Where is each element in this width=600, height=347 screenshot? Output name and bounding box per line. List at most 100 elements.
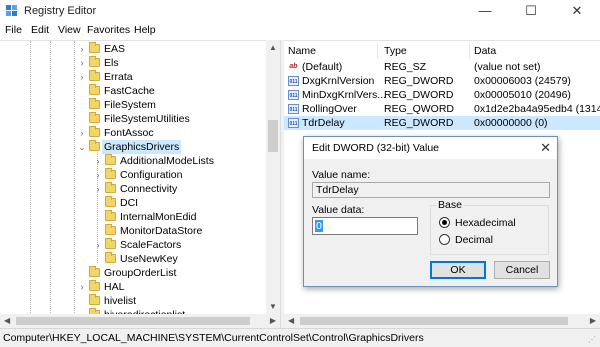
menu-help[interactable]: Help: [134, 24, 156, 36]
menu-bar: File Edit View Favorites Help: [0, 22, 600, 40]
folder-icon: [89, 294, 100, 305]
tree-item-label: FileSystemUtilities: [104, 113, 190, 125]
scroll-thumb[interactable]: [300, 317, 568, 325]
column-header-data[interactable]: Data: [470, 43, 600, 59]
menu-view[interactable]: View: [58, 24, 81, 36]
resize-grip-icon[interactable]: ⋰: [588, 335, 598, 345]
binary-value-icon: 011: [288, 90, 299, 100]
tree-item-label: GroupOrderList: [104, 267, 177, 279]
dialog-close-button[interactable]: ✕: [540, 140, 551, 156]
scroll-left-icon[interactable]: ◀: [288, 316, 294, 325]
scroll-right-icon[interactable]: ▶: [590, 316, 596, 325]
value-row[interactable]: ab (Default) REG_SZ (value not set): [284, 60, 600, 74]
value-name-label: Value name:: [312, 169, 371, 181]
tree-item-label: FileSystem: [104, 99, 156, 111]
value-row-selected[interactable]: 011 TdrDelay REG_DWORD 0x00000000 (0): [284, 116, 600, 130]
title-bar: Registry Editor — ☐ ✕: [0, 0, 600, 22]
close-button[interactable]: ✕: [554, 0, 600, 22]
value-row[interactable]: 011 RollingOver REG_QWORD 0x1d2e2ba4a95e…: [284, 102, 600, 116]
base-label: Base: [436, 199, 464, 211]
value-row[interactable]: 011 MinDxgKrnlVers... REG_DWORD 0x000050…: [284, 88, 600, 102]
tree-item-label: Errata: [104, 71, 133, 83]
folder-icon: [89, 266, 100, 277]
value-data: 0x1d2e2ba4a95edb4 (13141662: [474, 103, 600, 115]
scroll-right-icon[interactable]: ▶: [270, 316, 276, 325]
menu-favorites[interactable]: Favorites: [87, 24, 130, 36]
tree-horizontal-scrollbar[interactable]: ◀ ▶: [0, 314, 280, 328]
chevron-right-icon[interactable]: ›: [78, 280, 86, 294]
radio-checked-icon[interactable]: [439, 217, 450, 228]
key-path: Computer\HKEY_LOCAL_MACHINE\SYSTEM\Curre…: [3, 332, 424, 344]
ok-button[interactable]: OK: [430, 261, 486, 279]
binary-value-icon: 011: [288, 76, 299, 86]
folder-icon: [89, 70, 100, 81]
column-header-name[interactable]: Name: [284, 43, 378, 59]
folder-icon: [105, 182, 116, 193]
tree-guide-line: [30, 41, 31, 314]
value-type: REG_SZ: [384, 61, 427, 73]
folder-icon: [89, 126, 100, 137]
binary-value-icon: 011: [288, 104, 299, 114]
values-horizontal-scrollbar[interactable]: ◀ ▶: [284, 314, 600, 328]
folder-icon: [105, 154, 116, 165]
chevron-right-icon[interactable]: ›: [78, 126, 86, 140]
value-data-input[interactable]: 0: [312, 217, 418, 235]
value-name: RollingOver: [302, 103, 357, 115]
chevron-right-icon[interactable]: ›: [94, 154, 102, 168]
chevron-down-icon[interactable]: ⌄: [78, 140, 86, 154]
value-name: MinDxgKrnlVers...: [302, 89, 387, 101]
chevron-right-icon[interactable]: ›: [94, 182, 102, 196]
value-data: 0x00006003 (24579): [474, 75, 571, 87]
tree-item-label: ScaleFactors: [120, 239, 182, 251]
folder-icon: [105, 238, 116, 249]
value-name: TdrDelay: [302, 117, 345, 129]
tree-item-label: Connectivity: [120, 183, 178, 195]
maximize-button[interactable]: ☐: [508, 0, 554, 22]
scroll-thumb[interactable]: [16, 317, 250, 325]
tree-guide-line: [50, 41, 51, 314]
binary-value-icon: 011: [288, 118, 299, 128]
menu-edit[interactable]: Edit: [31, 24, 49, 36]
folder-icon: [89, 112, 100, 123]
folder-icon: [105, 252, 116, 263]
radio-label: Decimal: [455, 234, 493, 246]
chevron-right-icon[interactable]: ›: [94, 238, 102, 252]
minimize-button[interactable]: —: [462, 0, 508, 22]
chevron-right-icon[interactable]: ›: [94, 168, 102, 182]
key-tree[interactable]: › EAS › Els › Errata FastCache FileSystem FileSy…: [0, 40, 280, 314]
tree-item-label: AdditionalModeLists: [120, 155, 214, 167]
tree-item-label: GraphicsDrivers: [102, 140, 182, 154]
scroll-up-icon[interactable]: ▲: [269, 43, 277, 52]
registry-editor-icon: [6, 5, 17, 16]
folder-icon: [105, 210, 116, 221]
value-type: REG_DWORD: [384, 75, 454, 87]
string-value-icon: ab: [289, 63, 298, 70]
folder-icon: [89, 140, 100, 151]
chevron-right-icon[interactable]: ›: [78, 42, 86, 56]
menu-file[interactable]: File: [5, 24, 22, 36]
column-header-type[interactable]: Type: [380, 43, 470, 59]
tree-item-label: InternalMonEdid: [120, 211, 197, 223]
tree-item-label: UseNewKey: [120, 253, 178, 265]
chevron-right-icon[interactable]: ›: [78, 70, 86, 84]
dialog-title-bar: Edit DWORD (32-bit) Value ✕: [304, 137, 557, 159]
scroll-left-icon[interactable]: ◀: [4, 316, 10, 325]
folder-icon: [105, 224, 116, 235]
value-data: (value not set): [474, 61, 541, 73]
radio-unchecked-icon[interactable]: [439, 234, 450, 245]
dialog-title: Edit DWORD (32-bit) Value: [312, 142, 440, 154]
folder-icon: [89, 280, 100, 291]
tree-item-label: Els: [104, 57, 119, 69]
value-data-label: Value data:: [312, 204, 365, 216]
value-row[interactable]: 011 DxgKrnlVersion REG_DWORD 0x00006003 …: [284, 74, 600, 88]
folder-icon: [105, 196, 116, 207]
value-name: (Default): [302, 61, 343, 73]
scroll-down-icon[interactable]: ▼: [269, 302, 277, 311]
chevron-right-icon[interactable]: ›: [78, 56, 86, 70]
tree-vertical-scrollbar[interactable]: ▲ ▼: [266, 40, 280, 314]
cancel-button[interactable]: Cancel: [494, 261, 550, 279]
scroll-thumb[interactable]: [268, 120, 278, 152]
window-title: Registry Editor: [24, 5, 97, 17]
tree-item-label: Configuration: [120, 169, 183, 181]
folder-icon: [89, 98, 100, 109]
